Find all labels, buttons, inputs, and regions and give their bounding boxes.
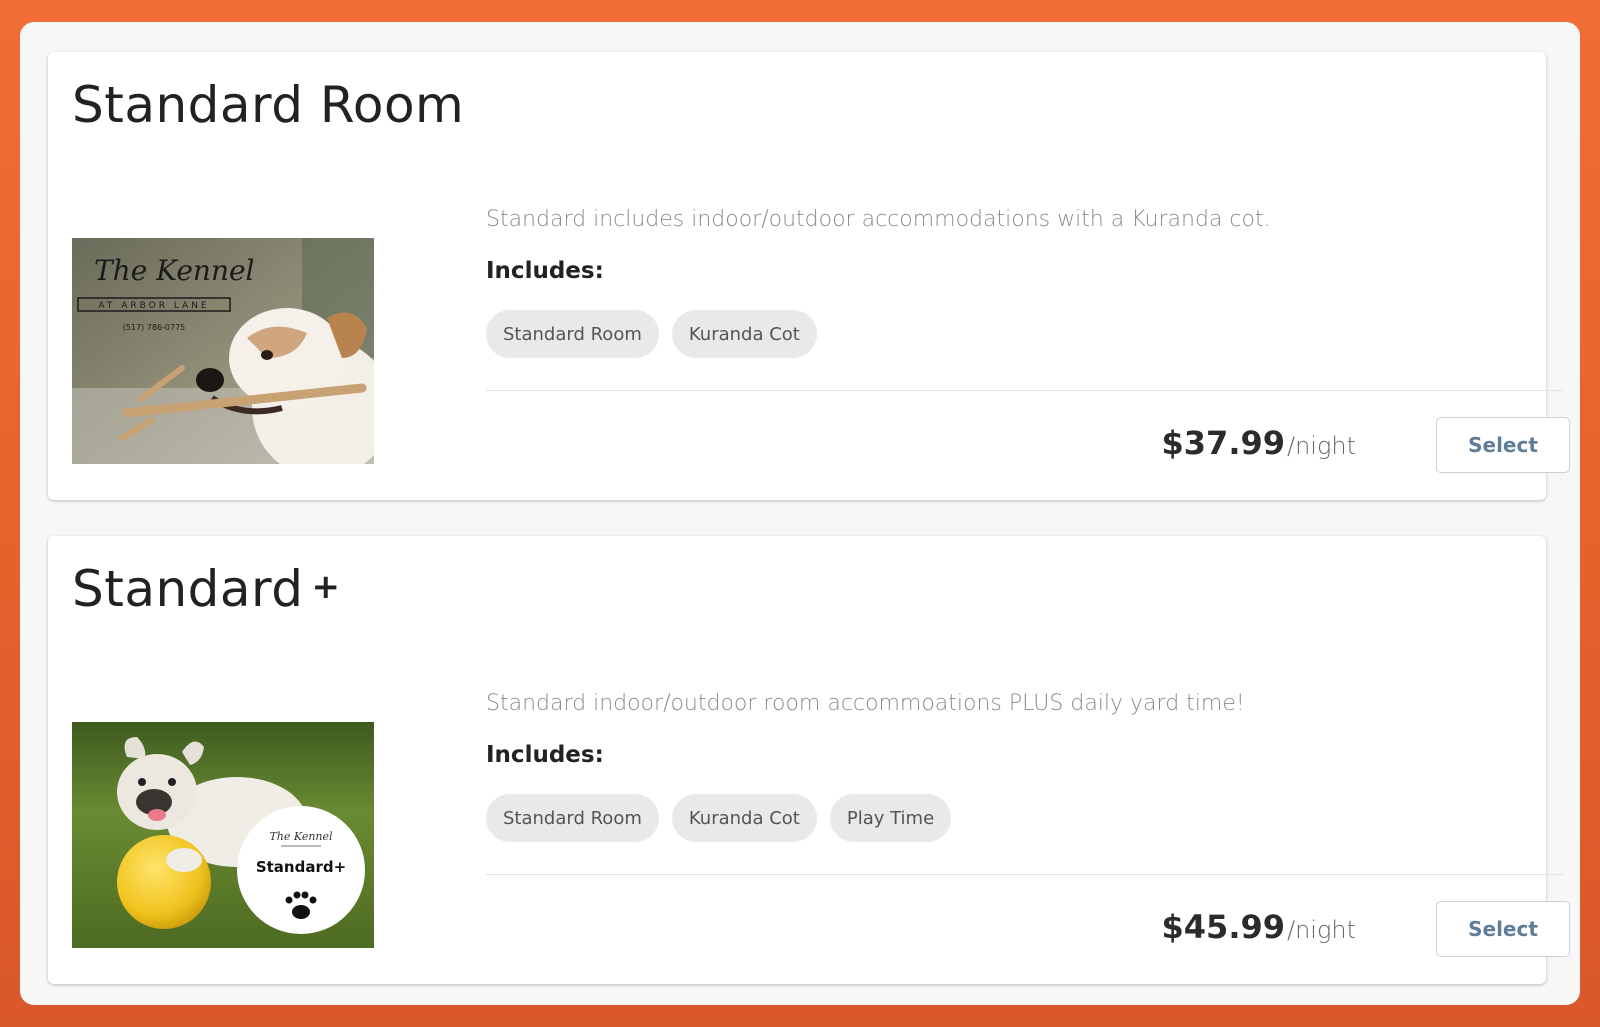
logo-sub: AT ARBOR LANE bbox=[98, 301, 209, 311]
room-card-standard-plus: Standard + The Kennel Standard+ Standard… bbox=[48, 536, 1570, 984]
includes-label: Includes: bbox=[486, 742, 604, 768]
room-image-dog-with-stick: The Kennel AT ARBOR LANE (517) 786-0775 bbox=[72, 238, 374, 464]
price: $45.99 /night bbox=[1162, 908, 1356, 946]
dog-photo: The Kennel AT ARBOR LANE (517) 786-0775 bbox=[72, 238, 374, 464]
feature-chip-list: Standard Room Kuranda Cot bbox=[486, 310, 817, 358]
price-unit: /night bbox=[1287, 916, 1356, 944]
room-card-standard-room: Standard Room The Kennel AT ARBOR LANE (… bbox=[48, 52, 1570, 500]
price: $37.99 /night bbox=[1162, 424, 1356, 462]
room-description: Standard indoor/outdoor room accommoatio… bbox=[486, 691, 1245, 716]
room-description: Standard includes indoor/outdoor accommo… bbox=[486, 207, 1271, 232]
select-button[interactable]: Select bbox=[1436, 901, 1570, 957]
price-amount: $37.99 bbox=[1161, 424, 1285, 462]
room-title-suffix: + bbox=[311, 567, 341, 607]
feature-chip: Standard Room bbox=[486, 794, 659, 842]
room-list-panel: Standard Room The Kennel AT ARBOR LANE (… bbox=[20, 22, 1580, 1005]
room-title: Standard Room bbox=[72, 76, 464, 134]
feature-chip: Kuranda Cot bbox=[671, 794, 817, 842]
room-image-bulldog-with-ball: The Kennel Standard+ bbox=[72, 722, 374, 948]
room-title-text: Standard Room bbox=[72, 76, 465, 134]
select-button[interactable]: Select bbox=[1436, 417, 1570, 473]
bulldog-photo: The Kennel Standard+ bbox=[72, 722, 374, 948]
room-title: Standard + bbox=[72, 560, 340, 618]
logo-phone: (517) 786-0775 bbox=[123, 323, 186, 332]
logo-script: The Kennel bbox=[94, 254, 255, 287]
price-amount: $45.99 bbox=[1161, 908, 1285, 946]
feature-chip: Kuranda Cot bbox=[671, 310, 817, 358]
feature-chip-list: Standard Room Kuranda Cot Play Time bbox=[486, 794, 952, 842]
feature-chip: Play Time bbox=[829, 794, 952, 842]
price-unit: /night bbox=[1287, 432, 1356, 460]
room-title-text: Standard bbox=[72, 560, 304, 618]
divider bbox=[486, 874, 1564, 875]
includes-label: Includes: bbox=[486, 258, 604, 284]
divider bbox=[486, 390, 1564, 391]
badge-text: Standard+ bbox=[256, 858, 346, 876]
badge-logo: The Kennel bbox=[269, 830, 333, 843]
feature-chip: Standard Room bbox=[486, 310, 659, 358]
